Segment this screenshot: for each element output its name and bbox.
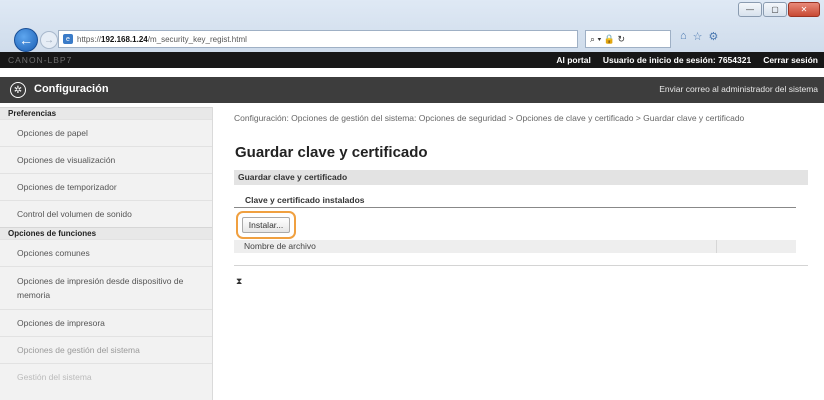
section-header: Guardar clave y certificado [234,170,808,185]
address-bar[interactable]: e https://192.168.1.24/m_security_key_re… [58,30,578,48]
sidebar-item-system[interactable]: Gestión del sistema [0,363,212,390]
header: ✲ Configuración Enviar correo al adminis… [0,77,824,103]
sidebar-item-paper[interactable]: Opciones de papel [0,119,212,146]
breadcrumb[interactable]: Configuración: Opciones de gestión del s… [234,113,800,123]
browser-toolbar: ⌂ ☆ ⚙ [680,30,718,43]
sidebar-item-volume[interactable]: Control del volumen de sonido [0,200,212,227]
maximize-button[interactable]: ▢ [763,2,787,17]
favorites-icon[interactable]: ☆ [693,30,703,43]
page-icon: e [63,34,73,44]
sidebar-item-timer[interactable]: Opciones de temporizador [0,173,212,200]
sidebar-category-preferences: Preferencias [0,107,212,119]
sidebar-category-functions: Opciones de funciones [0,227,212,239]
sidebar-item-memory-print[interactable]: Opciones de impresión desde dispositivo … [0,266,212,309]
portal-link[interactable]: Al portal [556,55,590,65]
close-window-button[interactable]: ✕ [788,2,820,17]
sidebar: Preferencias Opciones de papel Opciones … [0,107,213,400]
sidebar-item-printer[interactable]: Opciones de impresora [0,309,212,336]
install-button-highlight[interactable]: Instalar... [236,211,296,239]
window-controls: — ▢ ✕ [738,2,820,17]
forward-button[interactable]: → [40,31,58,49]
url-text: https://192.168.1.24/m_security_key_regi… [77,34,247,44]
device-name: CANON-LBP7 [8,55,73,65]
login-user: Usuario de inicio de sesión: 7654321 [602,55,752,65]
tools-icon[interactable]: ⚙ [709,30,719,43]
main-content: Configuración: Opciones de gestión del s… [222,107,824,400]
back-button[interactable]: ← [14,28,38,52]
page-title: Guardar clave y certificado [235,144,428,161]
logout-link[interactable]: Cerrar sesión [763,55,818,65]
file-name-column: Nombre de archivo [244,241,316,251]
file-table-header: Nombre de archivo [234,240,796,253]
home-icon[interactable]: ⌂ [680,30,687,43]
arrow-right-icon: → [44,34,54,46]
minimize-button[interactable]: — [738,2,762,17]
sidebar-item-common[interactable]: Opciones comunes [0,239,212,266]
column-divider [716,240,717,253]
address-action-icons[interactable]: ⌕ ▾ 🔒 ↻ [590,34,625,45]
install-button[interactable]: Instalar... [241,217,291,233]
subsection-divider [234,207,796,208]
collapse-icon[interactable]: ⧗ [236,276,242,287]
sidebar-item-display[interactable]: Opciones de visualización [0,146,212,173]
sidebar-item-system-management[interactable]: Opciones de gestión del sistema [0,336,212,363]
browser-chrome: — ▢ ✕ ← → e https://192.168.1.24/m_secur… [0,0,824,52]
settings-icon: ✲ [10,82,26,98]
top-bar-links: Al portal Usuario de inicio de sesión: 7… [556,55,818,65]
top-bar: CANON-LBP7 Al portal Usuario de inicio d… [0,52,824,68]
arrow-left-icon: ← [19,32,33,48]
address-actions[interactable]: ⌕ ▾ 🔒 ↻ [585,30,671,48]
header-title: Configuración [34,83,109,95]
subsection-title: Clave y certificado instalados [245,195,365,205]
mail-admin-link[interactable]: Enviar correo al administrador del siste… [659,84,818,94]
table-divider [234,265,808,266]
